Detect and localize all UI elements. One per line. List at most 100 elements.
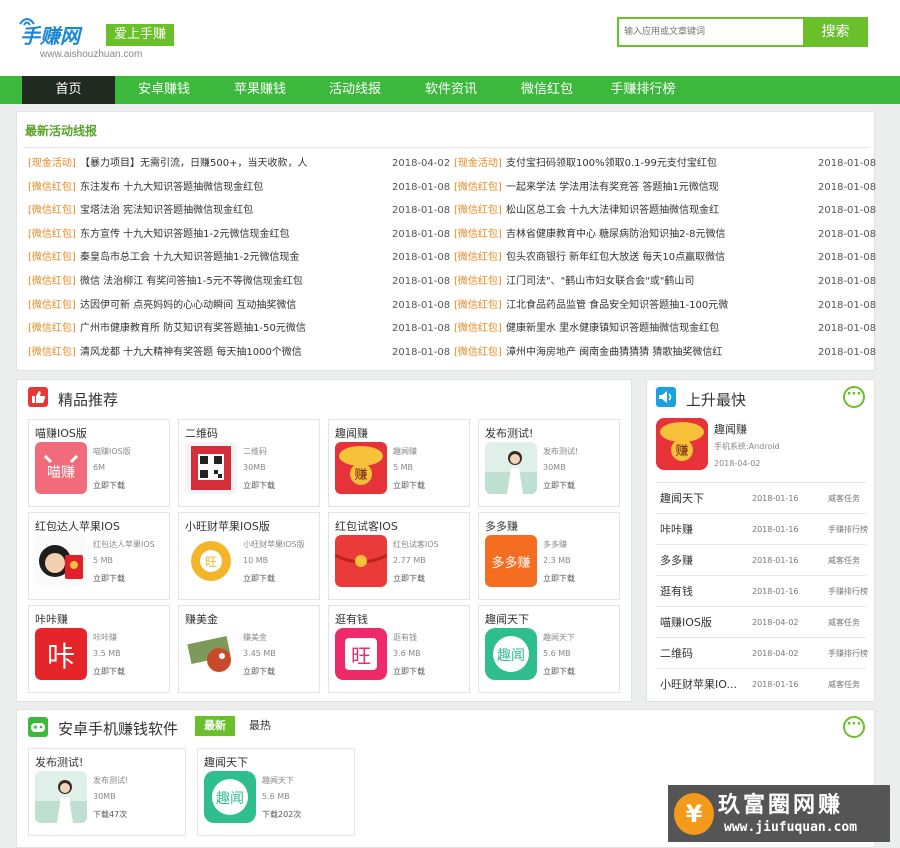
rank-row[interactable]: 小旺财苹果IO... 2018-01-16 威客任务 bbox=[656, 668, 866, 699]
news-link[interactable]: 支付宝扫码领取100%领取0.1-99元支付宝红包 bbox=[506, 152, 761, 175]
more-icon[interactable]: ··· bbox=[843, 386, 865, 408]
search-button[interactable]: 搜索 bbox=[803, 17, 868, 47]
rank-app-name[interactable]: 逛有钱 bbox=[660, 576, 748, 607]
quwen-icon[interactable]: 趣闻 bbox=[485, 628, 537, 680]
news-tag[interactable]: [微信红包] bbox=[28, 294, 76, 317]
app-title[interactable]: 红包试客IOS bbox=[335, 518, 467, 534]
news-row[interactable]: [微信红包] 江北食品药品监管 食品安全知识答题抽1-100元微 2018-01-0… bbox=[454, 294, 876, 317]
redpacket-icon[interactable] bbox=[335, 535, 387, 587]
news-row[interactable]: [微信红包] 吉林省健康教育中心 糖尿病防治知识抽2-8元微信 2018-01-08 bbox=[454, 223, 876, 246]
download-link[interactable]: 立即下载 bbox=[243, 480, 275, 491]
app-title[interactable]: 趣闻天下 bbox=[204, 754, 336, 770]
kaka-icon[interactable]: 咔 bbox=[35, 628, 87, 680]
tab-newest[interactable]: 最新 bbox=[195, 716, 235, 736]
rank-app-name[interactable]: 小旺财苹果IO... bbox=[660, 669, 748, 700]
nav-item-news[interactable]: 软件资讯 bbox=[407, 76, 495, 104]
redpacket-man-icon[interactable] bbox=[35, 535, 87, 587]
download-link[interactable]: 立即下载 bbox=[393, 666, 425, 677]
download-link[interactable]: 立即下载 bbox=[243, 573, 275, 584]
app-card[interactable]: 红包试客IOS 红包试客IOS 2.77 MB 立即下载 bbox=[328, 512, 470, 600]
app-card[interactable]: 多多赚 多多赚 多多赚 2.3 MB 立即下载 bbox=[478, 512, 620, 600]
app-title[interactable]: 逛有钱 bbox=[335, 611, 467, 627]
rank-category[interactable]: 手赚排行榜 bbox=[828, 638, 868, 669]
news-link[interactable]: 秦皇岛市总工会 十九大知识答题抽1-2元微信现金 bbox=[80, 246, 335, 269]
news-row[interactable]: [微信红包] 包头农商银行 新年红包大放送 每天10点赢取微信 2018-01-08 bbox=[454, 246, 876, 269]
rank-app-name[interactable]: 多多赚 bbox=[660, 545, 748, 576]
news-link[interactable]: 广州市健康教育所 防艾知识有奖答题抽1-50元微信 bbox=[80, 317, 335, 340]
app-title[interactable]: 赚美金 bbox=[185, 611, 317, 627]
download-link[interactable]: 立即下载 bbox=[543, 573, 575, 584]
news-link[interactable]: 江门司法"、"鹤山市妇女联合会"或"鹤山司 bbox=[506, 270, 761, 293]
news-link[interactable]: 东注发布 十九大知识答题抽微信现金红包 bbox=[80, 176, 335, 199]
nav-item-apple[interactable]: 苹果赚钱 bbox=[216, 76, 304, 104]
girl-photo-icon[interactable] bbox=[35, 771, 87, 823]
news-link[interactable]: 健康新里水 里水健康镇知识答题抽微信现金红包 bbox=[506, 317, 761, 340]
app-title[interactable]: 红包达人苹果IOS bbox=[35, 518, 167, 534]
redbag-zhuan-icon[interactable]: 赚 bbox=[335, 442, 387, 494]
news-row[interactable]: [微信红包] 东注发布 十九大知识答题抽微信现金红包 2018-01-08 bbox=[28, 176, 450, 199]
rank-row[interactable]: 逛有钱 2018-01-16 手赚排行榜 bbox=[656, 575, 868, 607]
news-row[interactable]: [微信红包] 松山区总工会 十九大法律知识答题抽微信现金红 2018-01-08 bbox=[454, 199, 876, 222]
news-link[interactable]: 一起来学法 学法用法有奖竞答 答题抽1元微信现 bbox=[506, 176, 761, 199]
app-title[interactable]: 发布测试! bbox=[485, 425, 617, 441]
app-card[interactable]: 红包达人苹果IOS 红包达人苹果IOS 5 MB 立即下载 bbox=[28, 512, 170, 600]
news-link[interactable]: 【暴力项目】无需引流，日赚500+，当天收款，人 bbox=[80, 152, 335, 175]
news-link[interactable]: 清风龙都 十九大精神有奖答题 每天抽1000个微信 bbox=[80, 341, 335, 364]
miaozhuan-icon[interactable]: 喵赚 bbox=[35, 442, 87, 494]
app-title[interactable]: 二维码 bbox=[185, 425, 317, 441]
girl-photo-icon[interactable] bbox=[485, 442, 537, 494]
news-row[interactable]: [微信红包] 健康新里水 里水健康镇知识答题抽微信现金红包 2018-01-08 bbox=[454, 317, 876, 340]
more-icon[interactable]: ··· bbox=[843, 716, 865, 738]
news-row[interactable]: [微信红包] 漳州中海房地产 闽南金曲猜猜猜 猜歌抽奖微信红 2018-01-08 bbox=[454, 341, 876, 364]
rank-category[interactable]: 威客任务 bbox=[828, 607, 860, 638]
news-link[interactable]: 江北食品药品监管 食品安全知识答题抽1-100元微 bbox=[506, 294, 761, 317]
nav-item-ranking[interactable]: 手赚排行榜 bbox=[599, 76, 687, 104]
app-card[interactable]: 逛有钱旺 逛有钱 3.6 MB 立即下载 bbox=[328, 605, 470, 693]
rank-app-name[interactable]: 趣闻天下 bbox=[660, 483, 748, 514]
app-title[interactable]: 多多赚 bbox=[485, 518, 617, 534]
nav-item-android[interactable]: 安卓赚钱 bbox=[120, 76, 208, 104]
rank-category[interactable]: 威客任务 bbox=[828, 669, 860, 700]
news-row[interactable]: [微信红包] 达因伊可新 点亮妈妈的心心动瞬间 互动抽奖微信 2018-01-08 bbox=[28, 294, 450, 317]
download-link[interactable]: 立即下载 bbox=[543, 480, 575, 491]
download-link[interactable]: 立即下载 bbox=[543, 666, 575, 677]
rank-row[interactable]: 喵赚IOS版 2018-04-02 威客任务 bbox=[656, 606, 866, 637]
news-row[interactable]: [微信红包] 江门司法"、"鹤山市妇女联合会"或"鹤山司 2018-01-08 bbox=[454, 270, 876, 293]
news-row[interactable]: [微信红包] 广州市健康教育所 防艾知识有奖答题抽1-50元微信 2018-01-0… bbox=[28, 317, 450, 340]
news-link[interactable]: 吉林省健康教育中心 糖尿病防治知识抽2-8元微信 bbox=[506, 223, 761, 246]
app-title[interactable]: 喵赚IOS版 bbox=[35, 425, 167, 441]
app-card[interactable]: 小旺财苹果IOS版旺 小旺财苹果IOS版 10 MB 立即下载 bbox=[178, 512, 320, 600]
news-tag[interactable]: [现金活动] bbox=[28, 152, 76, 175]
news-tag[interactable]: [微信红包] bbox=[28, 246, 76, 269]
news-tag[interactable]: [微信红包] bbox=[454, 317, 502, 340]
news-link[interactable]: 微信 法治柳江 有奖问答抽1-5元不等微信现金红包 bbox=[80, 270, 335, 293]
app-title[interactable]: 小旺财苹果IOS版 bbox=[185, 518, 317, 534]
news-link[interactable]: 包头农商银行 新年红包大放送 每天10点赢取微信 bbox=[506, 246, 761, 269]
download-link[interactable]: 立即下载 bbox=[93, 573, 125, 584]
news-link[interactable]: 松山区总工会 十九大法律知识答题抽微信现金红 bbox=[506, 199, 761, 222]
rank-app-name[interactable]: 咔咔赚 bbox=[660, 514, 748, 545]
news-tag[interactable]: [微信红包] bbox=[28, 176, 76, 199]
news-row[interactable]: [现金活动] 支付宝扫码领取100%领取0.1-99元支付宝红包 2018-01-0… bbox=[454, 152, 876, 175]
news-tag[interactable]: [微信红包] bbox=[28, 270, 76, 293]
news-tag[interactable]: [微信红包] bbox=[28, 341, 76, 364]
nav-item-home[interactable]: 首页 bbox=[22, 76, 115, 104]
app-title[interactable]: 趣闻赚 bbox=[335, 425, 467, 441]
news-tag[interactable]: [微信红包] bbox=[28, 317, 76, 340]
news-tag[interactable]: [微信红包] bbox=[454, 176, 502, 199]
quwen-icon[interactable]: 趣闻 bbox=[204, 771, 256, 823]
news-link[interactable]: 漳州中海房地产 闽南金曲猜猜猜 猜歌抽奖微信红 bbox=[506, 341, 761, 364]
rank-category[interactable]: 威客任务 bbox=[828, 483, 860, 514]
news-row[interactable]: [微信红包] 秦皇岛市总工会 十九大知识答题抽1-2元微信现金 2018-01-08 bbox=[28, 246, 450, 269]
rank-row[interactable]: 二维码 2018-04-02 手赚排行榜 bbox=[656, 637, 868, 669]
download-link[interactable]: 立即下载 bbox=[393, 573, 425, 584]
news-tag[interactable]: [微信红包] bbox=[454, 341, 502, 364]
rank-category[interactable]: 手赚排行榜 bbox=[828, 514, 868, 545]
tab-hottest[interactable]: 最热 bbox=[242, 716, 278, 736]
news-row[interactable]: [现金活动] 【暴力项目】无需引流，日赚500+，当天收款，人 2018-04-02 bbox=[28, 152, 450, 175]
search-input[interactable] bbox=[617, 17, 803, 47]
rank-category[interactable]: 威客任务 bbox=[828, 545, 860, 576]
app-title[interactable]: 趣闻天下 bbox=[485, 611, 617, 627]
download-link[interactable]: 立即下载 bbox=[93, 666, 125, 677]
news-tag[interactable]: [微信红包] bbox=[454, 294, 502, 317]
